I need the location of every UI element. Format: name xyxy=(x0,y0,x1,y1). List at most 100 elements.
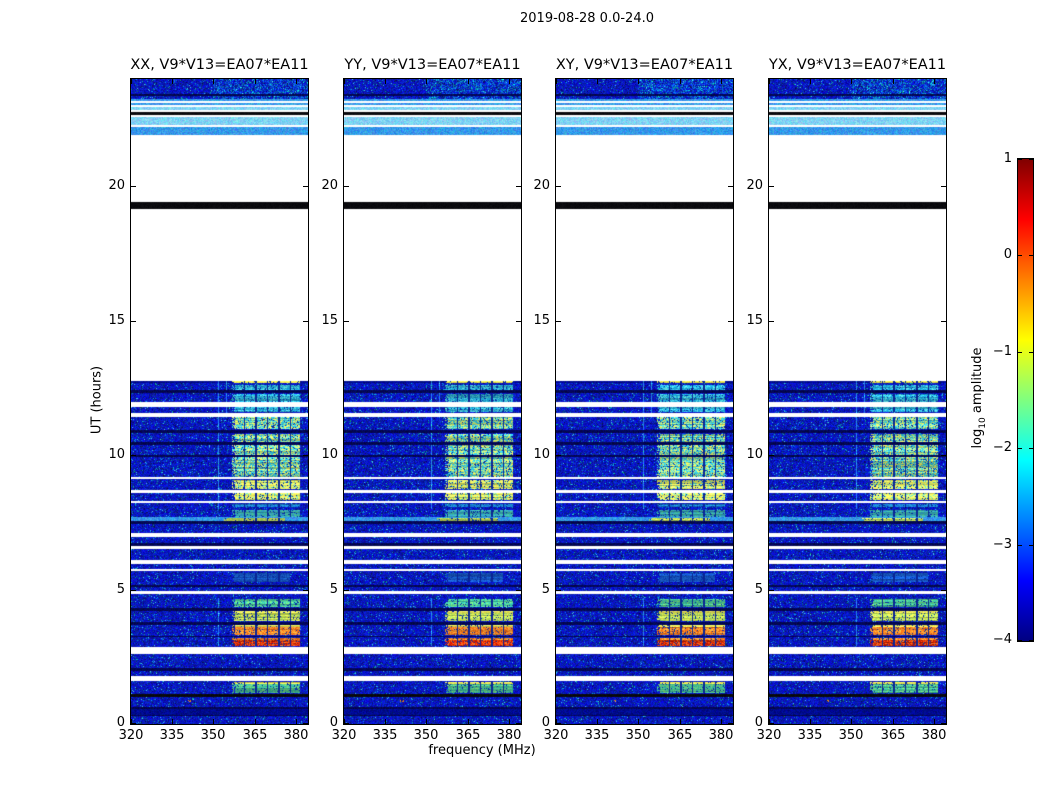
colorbar-label-subscript: 10 xyxy=(977,417,988,429)
x-tick-label: 380 xyxy=(921,728,947,743)
x-tick xyxy=(851,719,852,724)
colorbar-tick xyxy=(1029,352,1033,353)
y-tick-label: 15 xyxy=(746,313,763,328)
y-tick xyxy=(131,455,136,456)
x-tick xyxy=(385,719,386,724)
x-tick xyxy=(509,79,510,84)
x-tick-label: 335 xyxy=(797,728,823,743)
x-tick-label: 350 xyxy=(838,728,864,743)
colorbar-axis-label: log10 amplitude xyxy=(970,347,988,448)
spectrogram-panel-xy: XY, V9*V13=EA07*EA11 320 335 350 365 380 0 5 10 1… xyxy=(533,57,734,743)
colorbar-tick xyxy=(1029,255,1033,256)
colorbar-tick xyxy=(1018,640,1022,641)
x-tick-label: 380 xyxy=(283,728,309,743)
y-tick-label: 20 xyxy=(108,178,125,193)
colorbar-label-prefix: log xyxy=(970,428,986,449)
y-tick-label: 20 xyxy=(321,178,338,193)
spectrogram-panel-yy: YY, V9*V13=EA07*EA11 320 335 350 365 380 0 5 10 1… xyxy=(321,57,522,743)
y-tick xyxy=(769,321,774,322)
x-tick xyxy=(934,79,935,84)
colorbar-label-suffix: amplitude xyxy=(970,347,986,418)
x-tick xyxy=(680,719,681,724)
y-tick xyxy=(769,723,774,724)
y-tick-label: 20 xyxy=(533,178,550,193)
y-tick xyxy=(556,723,561,724)
x-tick xyxy=(556,79,557,84)
x-tick-label: 365 xyxy=(242,728,268,743)
x-tick xyxy=(638,719,639,724)
y-tick xyxy=(556,590,561,591)
y-tick xyxy=(131,321,136,322)
x-tick xyxy=(172,719,173,724)
x-tick-label: 365 xyxy=(455,728,481,743)
colorbar-tick xyxy=(1029,159,1033,160)
y-tick-label: 15 xyxy=(108,313,125,328)
colorbar-tick xyxy=(1029,640,1033,641)
x-tick-label: 380 xyxy=(708,728,734,743)
y-tick xyxy=(344,321,349,322)
spectrogram-canvas-yx xyxy=(769,79,946,724)
x-tick xyxy=(597,79,598,84)
colorbar-tick-label: 1 xyxy=(1003,151,1012,166)
x-tick xyxy=(213,79,214,84)
y-tick xyxy=(344,186,349,187)
x-tick-label: 350 xyxy=(625,728,651,743)
x-tick xyxy=(344,79,345,84)
colorbar: 1 0 −1 −2 −3 −4 xyxy=(993,151,1034,647)
x-tick xyxy=(468,719,469,724)
x-tick xyxy=(680,79,681,84)
y-tick xyxy=(131,590,136,591)
colorbar-tick xyxy=(1029,545,1033,546)
colorbar-tick-label: −3 xyxy=(992,537,1012,552)
figure: 2019-08-28 0.0-24.0 UT (hours) frequency… xyxy=(0,0,1050,800)
y-tick-label: 5 xyxy=(541,582,550,597)
colorbar-tick-label: 0 xyxy=(1003,247,1012,262)
y-tick xyxy=(941,590,946,591)
y-tick-label: 15 xyxy=(533,313,550,328)
x-tick xyxy=(851,79,852,84)
y-tick xyxy=(131,186,136,187)
x-tick xyxy=(296,719,297,724)
colorbar-tick xyxy=(1018,352,1022,353)
x-tick xyxy=(893,719,894,724)
y-tick-label: 0 xyxy=(329,715,338,730)
panel-title-yx: YX, V9*V13=EA07*EA11 xyxy=(768,57,947,73)
colorbar-tick xyxy=(1018,255,1022,256)
colorbar-tick xyxy=(1018,448,1022,449)
y-tick xyxy=(769,590,774,591)
x-tick xyxy=(426,79,427,84)
spectrogram-panel-xx: XX, V9*V13=EA07*EA11 320 335 350 365 380 0 5 10 1… xyxy=(108,57,309,743)
y-tick xyxy=(941,455,946,456)
colorbar-gradient xyxy=(1018,159,1033,641)
y-tick-label: 0 xyxy=(754,715,763,730)
x-tick-label: 320 xyxy=(543,728,569,743)
y-tick xyxy=(344,455,349,456)
figure-title: 2019-08-28 0.0-24.0 xyxy=(520,11,654,26)
x-tick xyxy=(255,719,256,724)
y-tick-label: 5 xyxy=(329,582,338,597)
x-tick xyxy=(468,79,469,84)
y-tick xyxy=(556,455,561,456)
x-tick-label: 350 xyxy=(413,728,439,743)
x-tick xyxy=(721,719,722,724)
y-tick xyxy=(769,186,774,187)
y-tick xyxy=(941,321,946,322)
x-tick-label: 365 xyxy=(667,728,693,743)
y-tick xyxy=(769,455,774,456)
y-tick xyxy=(941,723,946,724)
x-tick xyxy=(255,79,256,84)
x-tick-label: 350 xyxy=(200,728,226,743)
x-tick xyxy=(810,79,811,84)
x-tick xyxy=(296,79,297,84)
y-tick-label: 10 xyxy=(533,447,550,462)
x-tick xyxy=(638,79,639,84)
y-tick xyxy=(131,723,136,724)
y-tick-label: 0 xyxy=(541,715,550,730)
y-tick xyxy=(344,590,349,591)
x-tick xyxy=(769,79,770,84)
x-tick xyxy=(509,719,510,724)
x-tick xyxy=(893,79,894,84)
x-tick-label: 335 xyxy=(159,728,185,743)
x-tick-label: 365 xyxy=(880,728,906,743)
y-tick-label: 5 xyxy=(116,582,125,597)
